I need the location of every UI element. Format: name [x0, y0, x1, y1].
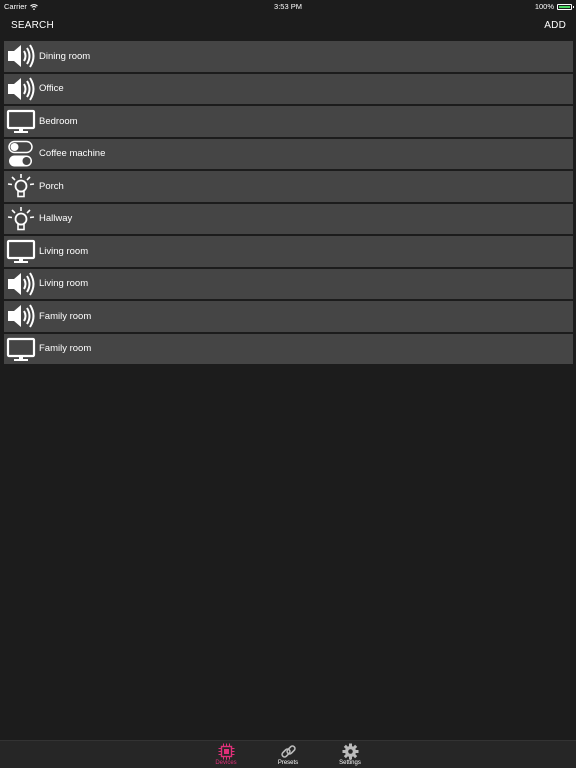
link-icon [280, 745, 296, 758]
tab-devices[interactable]: Devices [206, 743, 246, 766]
tab-settings[interactable]: Settings [330, 743, 370, 766]
tab-presets-label: Presets [277, 760, 299, 766]
device-row-living-room[interactable]: Living room [4, 236, 573, 267]
tab-devices-label: Devices [215, 760, 237, 766]
nav-bar: SEARCH ADD [0, 12, 576, 40]
tab-settings-label: Settings [339, 760, 361, 766]
device-label: Dining room [39, 50, 91, 62]
device-row-coffee-machine[interactable]: Coffee machine [4, 138, 573, 169]
tv-icon [5, 236, 37, 266]
add-button[interactable]: ADD [544, 20, 566, 31]
switch-icon [5, 139, 37, 169]
device-label: Family room [39, 343, 92, 355]
device-row-hallway[interactable]: Hallway [4, 203, 573, 234]
device-row-office[interactable]: Office [4, 73, 573, 104]
battery-icon [557, 3, 574, 10]
device-row-porch[interactable]: Porch [4, 171, 573, 202]
speaker-icon [5, 269, 37, 299]
lightbulb-icon [5, 204, 37, 234]
status-bar: Carrier 3:53 PM 100% [0, 0, 576, 12]
tv-icon [5, 106, 37, 136]
search-button[interactable]: SEARCH [11, 20, 54, 31]
device-label: Office [39, 83, 64, 95]
speaker-icon [5, 74, 37, 104]
device-label: Family room [39, 310, 92, 322]
device-label: Bedroom [39, 115, 78, 127]
battery-percent: 100% [534, 2, 554, 11]
gear-icon [342, 743, 358, 760]
tab-presets[interactable]: Presets [268, 743, 308, 766]
speaker-icon [5, 41, 37, 71]
tv-icon [5, 334, 37, 364]
device-row-family-room-tv[interactable]: Family room [4, 333, 573, 364]
device-row-dining-room[interactable]: Dining room [4, 41, 573, 72]
device-label: Living room [39, 278, 89, 290]
device-label: Coffee machine [39, 148, 106, 160]
device-label: Living room [39, 245, 89, 257]
device-label: Hallway [39, 213, 73, 225]
chip-icon [218, 743, 234, 760]
device-row-living-room-speaker[interactable]: Living room [4, 268, 573, 299]
status-time: 3:53 PM [274, 2, 302, 11]
tab-bar: Devices Presets Settings [0, 740, 576, 768]
lightbulb-icon [5, 171, 37, 201]
device-row-bedroom[interactable]: Bedroom [4, 106, 573, 137]
device-row-family-room[interactable]: Family room [4, 301, 573, 332]
speaker-icon [5, 301, 37, 331]
device-label: Porch [39, 180, 64, 192]
device-list: Dining room Office Bedroom Coffee machin… [4, 41, 573, 366]
